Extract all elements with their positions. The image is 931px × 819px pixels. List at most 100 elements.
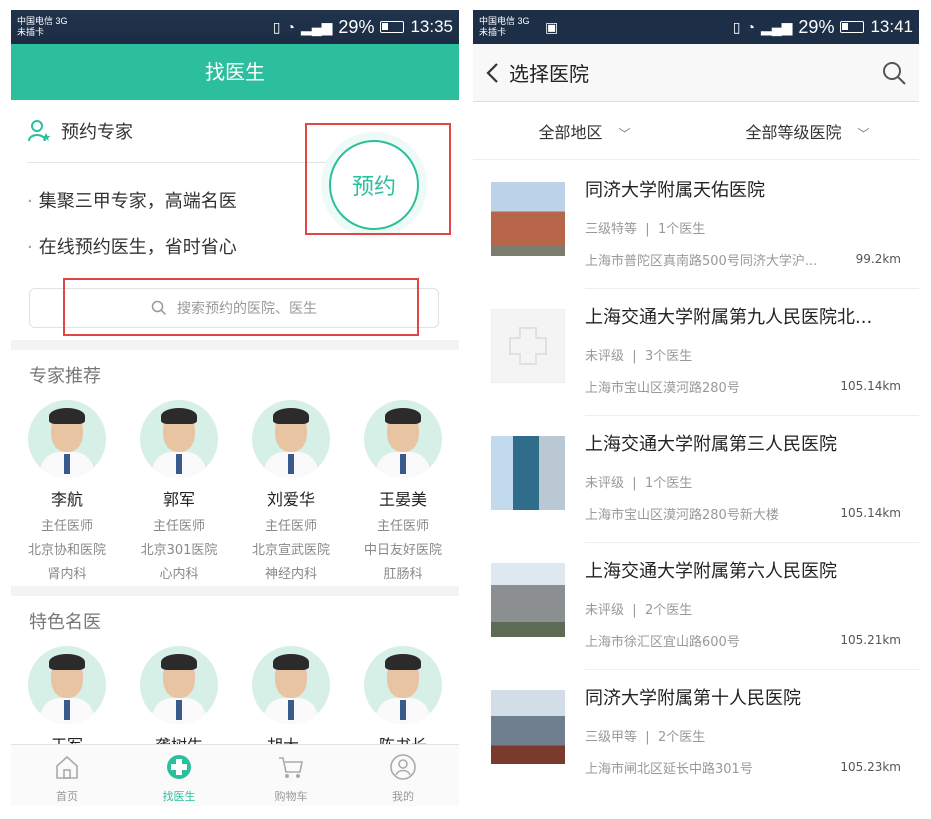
hospital-address: 上海市宝山区漠河路280号新大楼 <box>585 508 779 523</box>
bottom-tab-bar: 首页 找医生 购物车 我的 <box>11 744 459 806</box>
experts-section-title: 专家推荐 <box>29 366 101 387</box>
hospital-list-item[interactable]: 上海交通大学附属第六人民医院 未评级 | 2个医生 上海市徐汇区宜山路600号 … <box>473 543 919 670</box>
hospital-meta: 三级特等 | 1个医生 <box>585 222 706 237</box>
hospital-distance: 105.23km <box>840 760 901 774</box>
tab-find-doctor[interactable]: 找医生 <box>123 745 235 806</box>
doctor-card[interactable]: 王军 <box>14 646 120 756</box>
wifi-icon: ◔ <box>286 19 295 35</box>
page-title: 选择医院 <box>509 62 589 86</box>
battery-percent: 29% <box>798 16 835 37</box>
battery-icon <box>840 21 865 33</box>
doctor-dept: 肛肠科 <box>383 567 423 582</box>
find-doctor-screen: 中国电信 3G 未插卡 ▯ ◔ ▂▄▆ 29% 13:35 找医生 预约专家 集… <box>11 10 459 806</box>
doctor-hospital: 北京301医院 <box>140 543 218 558</box>
home-icon <box>56 755 78 779</box>
doctor-avatar <box>364 400 442 478</box>
hospital-meta: 未评级 | 2个医生 <box>585 603 693 618</box>
tab-label: 我的 <box>392 790 414 803</box>
hospital-level: 未评级 <box>585 476 625 491</box>
doctor-title: 主任医师 <box>152 519 205 534</box>
hospital-meta: 未评级 | 3个医生 <box>585 349 693 364</box>
hospital-level: 三级甲等 <box>585 730 638 745</box>
plus-circle-icon <box>167 755 191 779</box>
famous-section-title: 特色名医 <box>29 612 101 633</box>
tab-mine[interactable]: 我的 <box>347 745 459 806</box>
doctor-card[interactable]: 郭军 主任医师 北京301医院 心内科 <box>126 400 232 582</box>
status-bar: 中国电信 3G 未插卡 ▯ ◔ ▂▄▆ 29% 13:35 <box>11 10 459 44</box>
doctor-card[interactable]: 胡大一 <box>238 646 344 756</box>
doctor-card[interactable]: 刘爱华 主任医师 北京宣武医院 神经内科 <box>238 400 344 582</box>
doctor-title: 主任医师 <box>376 519 429 534</box>
highlight-box <box>63 278 419 336</box>
chevron-down-icon: ﹀ <box>857 126 870 141</box>
expert-list: 李航 主任医师 北京协和医院 肾内科 郭军 主任医师 北京301医院 心内科 刘… <box>11 400 459 582</box>
doctor-name: 李航 <box>50 490 83 509</box>
doctor-avatar <box>140 646 218 724</box>
hospital-photo <box>491 436 565 510</box>
battery-icon <box>380 21 405 33</box>
hospital-address: 上海市徐汇区宜山路600号 <box>585 635 740 650</box>
doctor-avatar <box>28 646 106 724</box>
signal-icon: ▂▄▆ <box>760 18 793 35</box>
region-filter[interactable]: 全部地区 ﹀ <box>473 119 696 143</box>
section-divider <box>11 586 459 596</box>
doctor-hospital: 北京宣武医院 <box>251 543 330 558</box>
filter-label: 全部地区 <box>538 122 603 142</box>
hospital-name: 同济大学附属第十人民医院 <box>585 688 801 709</box>
chevron-down-icon: ﹀ <box>618 126 631 141</box>
hospital-photo-placeholder <box>491 309 565 383</box>
tab-label: 购物车 <box>274 790 308 803</box>
tab-cart[interactable]: 购物车 <box>235 745 347 806</box>
tab-home[interactable]: 首页 <box>11 745 123 806</box>
filter-bar: 全部地区 ﹀ 全部等级医院 ﹀ <box>473 102 919 160</box>
expert-person-icon <box>28 120 51 142</box>
hospital-meta: 未评级 | 1个医生 <box>585 476 693 491</box>
search-icon[interactable] <box>881 60 907 86</box>
doctor-hospital: 北京协和医院 <box>27 543 106 558</box>
hospital-photo <box>491 563 565 637</box>
doctor-count: 1个医生 <box>644 476 693 491</box>
hospital-list-item[interactable]: 上海交通大学附属第九人民医院北... 未评级 | 3个医生 上海市宝山区漠河路2… <box>473 289 919 416</box>
select-hospital-screen: 中国电信 3G 未插卡 ▣ ▯ ◔ ▂▄▆ 29% 13:41 选择医院 全部地… <box>473 10 919 806</box>
booking-title-text: 预约专家 <box>61 122 133 143</box>
carrier-label: 中国电信 3G <box>17 16 68 26</box>
hospital-list-item[interactable]: 同济大学附属第十人民医院 三级甲等 | 2个医生 上海市闸北区延长中路301号 … <box>473 670 919 797</box>
level-filter[interactable]: 全部等级医院 ﹀ <box>696 119 919 143</box>
hospital-name: 上海交通大学附属第九人民医院北... <box>585 307 873 328</box>
doctor-count: 1个医生 <box>657 222 706 237</box>
doctor-card[interactable]: 王晏美 主任医师 中日友好医院 肛肠科 <box>350 400 456 582</box>
doctor-card[interactable]: 龚树生 <box>126 646 232 756</box>
doctor-name: 王晏美 <box>378 490 427 509</box>
doctor-title: 主任医师 <box>40 519 93 534</box>
doctor-count: 3个医生 <box>644 349 693 364</box>
doctor-avatar <box>140 400 218 478</box>
hospital-distance: 105.14km <box>840 379 901 393</box>
feature-text: 在线预约医生，省时省心 <box>27 233 237 259</box>
hospital-name: 上海交通大学附属第三人民医院 <box>585 434 837 455</box>
hospital-list-item[interactable]: 上海交通大学附属第三人民医院 未评级 | 1个医生 上海市宝山区漠河路280号新… <box>473 416 919 543</box>
booking-title: 预约专家 <box>27 118 133 144</box>
vibrate-icon: ▯ <box>272 18 281 35</box>
page-title: 找医生 <box>11 44 459 100</box>
hospital-distance: 105.21km <box>840 633 901 647</box>
image-notification-icon: ▣ <box>545 18 559 35</box>
doctor-count: 2个医生 <box>644 603 693 618</box>
medical-cross-icon <box>509 327 547 365</box>
vibrate-icon: ▯ <box>732 18 741 35</box>
tab-label: 首页 <box>56 790 78 803</box>
doctor-hospital: 中日友好医院 <box>363 543 442 558</box>
section-divider <box>11 340 459 350</box>
hospital-list-item[interactable]: 同济大学附属天佑医院 三级特等 | 1个医生 上海市普陀区真南路500号同济大学… <box>473 162 919 289</box>
hospital-name: 同济大学附属天佑医院 <box>585 180 765 201</box>
hospital-photo <box>491 182 565 256</box>
back-arrow-icon[interactable] <box>485 61 501 85</box>
hospital-name: 上海交通大学附属第六人民医院 <box>585 561 837 582</box>
doctor-card[interactable]: 李航 主任医师 北京协和医院 肾内科 <box>14 400 120 582</box>
doctor-avatar <box>364 646 442 724</box>
doctor-card[interactable]: 陈书长 <box>350 646 456 756</box>
signal-icon: ▂▄▆ <box>300 18 333 35</box>
hospital-level: 三级特等 <box>585 222 638 237</box>
doctor-name: 郭军 <box>162 490 195 509</box>
hospital-distance: 99.2km <box>855 252 901 266</box>
nav-bar: 选择医院 <box>473 44 919 102</box>
